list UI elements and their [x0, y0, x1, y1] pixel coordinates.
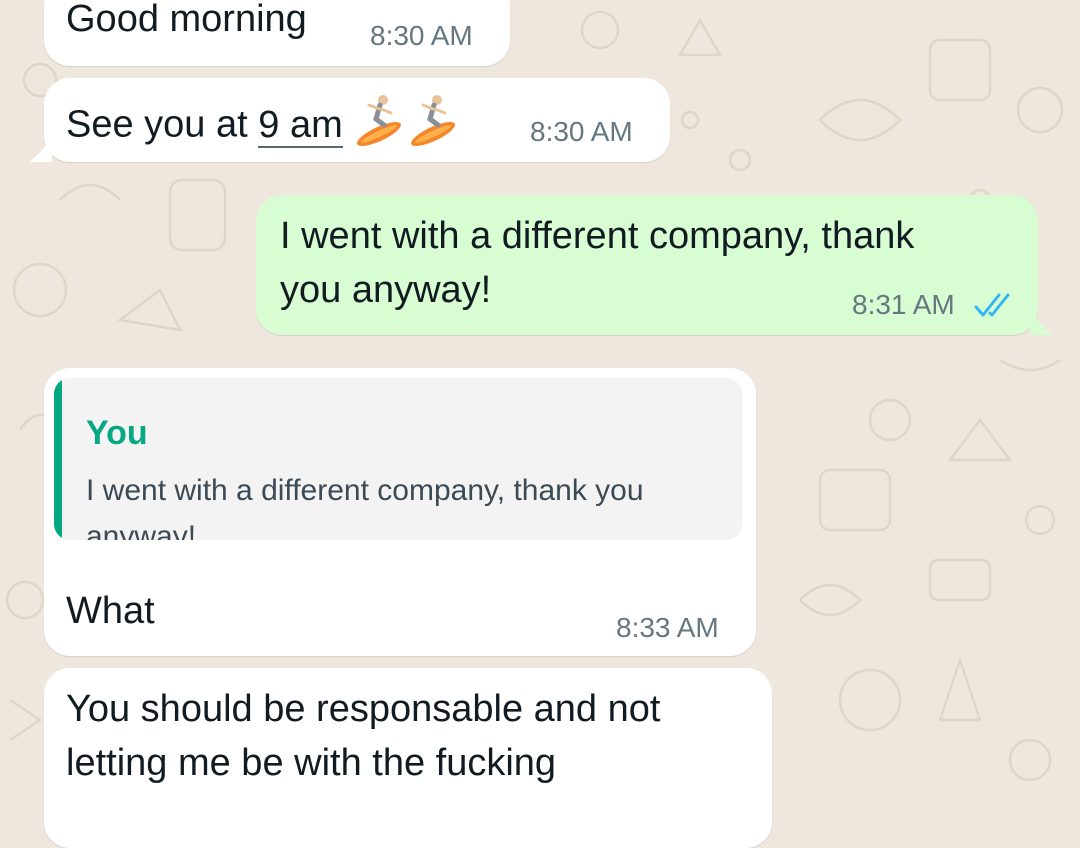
bubble-tail	[30, 140, 52, 162]
quote-text: I went with a different company, thank y…	[86, 474, 644, 540]
message-text-part: See you at	[66, 103, 259, 146]
message-text-line: you anyway!	[280, 269, 492, 311]
surfer-emoji	[407, 92, 461, 161]
message-text-line: You should be responsable and not	[66, 688, 661, 730]
message-timestamp: 8:31 AM	[852, 289, 955, 320]
surfer-emoji	[353, 92, 407, 161]
message-timestamp: 8:30 AM	[530, 116, 633, 147]
quote-accent-bar	[54, 378, 62, 540]
message-text: What	[66, 590, 155, 632]
message-bubble-outgoing[interactable]: I went with a different company, thank y…	[256, 195, 1052, 335]
message-bubble-incoming[interactable]: Good morning 8:30 AM	[44, 0, 510, 66]
double-check-read-icon	[974, 293, 1010, 317]
message-bubble-incoming-reply[interactable]: You I went with a different company, tha…	[44, 368, 756, 656]
message-bubble-incoming[interactable]: You should be responsable and not lettin…	[44, 668, 772, 848]
message-text-line: letting me be with the fucking	[66, 742, 557, 784]
message-timestamp: 8:30 AM	[370, 20, 473, 51]
message-bubble-incoming[interactable]: See you at 9 am 8:30 AM	[30, 78, 670, 162]
message-text-line: I went with a different company, thank	[280, 215, 915, 257]
message-text: Good morning	[66, 0, 307, 40]
time-link[interactable]: 9 am	[258, 103, 343, 148]
bubble-tail	[1030, 313, 1052, 335]
message-text: See you at 9 am	[66, 92, 461, 161]
quote-author: You	[86, 414, 148, 452]
message-timestamp: 8:33 AM	[616, 612, 719, 643]
quoted-message[interactable]: You I went with a different company, tha…	[54, 378, 742, 540]
